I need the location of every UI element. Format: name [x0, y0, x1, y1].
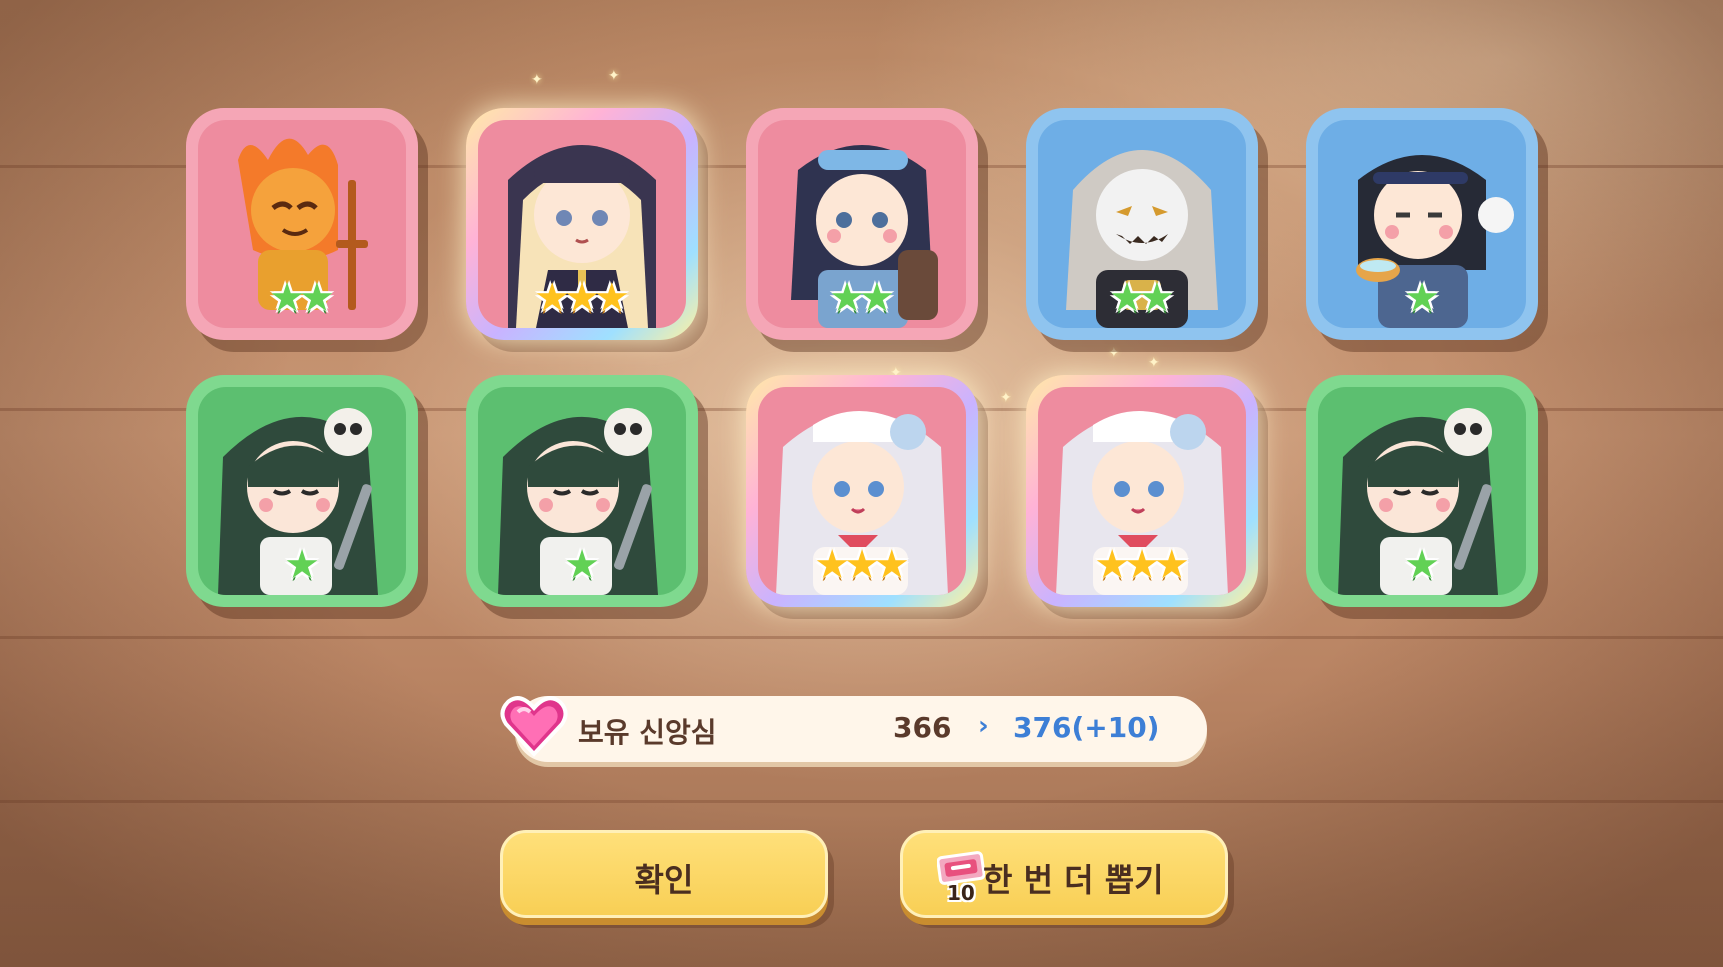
card-portrait-frame: ★★ — [1038, 120, 1246, 328]
card-portrait-frame: ★ — [1318, 387, 1526, 595]
star-icon: ★ — [1139, 275, 1175, 321]
result-card-8[interactable]: ★★★ — [746, 375, 978, 607]
star-icon: ★ — [859, 275, 895, 321]
wood-plank-line — [0, 800, 1723, 803]
result-card-10[interactable]: ★ — [1306, 375, 1538, 607]
rarity-stars: ★★★ — [758, 545, 966, 585]
card-portrait-frame: ★★ — [758, 120, 966, 328]
result-card-1[interactable]: ★★ — [186, 108, 418, 340]
result-card-6[interactable]: ★ — [186, 375, 418, 607]
rarity-stars: ★★★ — [1038, 545, 1246, 585]
sparkle-icon: ✦ — [1148, 355, 1160, 371]
result-card-9[interactable]: ★★★ — [1026, 375, 1258, 607]
card-portrait-frame: ★★ — [198, 120, 406, 328]
faith-current-value: 366 — [893, 711, 952, 744]
rarity-stars: ★ — [478, 545, 686, 585]
star-icon: ★ — [873, 542, 910, 588]
draw-again-button[interactable]: 10 한 번 더 뽑기 — [900, 830, 1228, 918]
result-card-4[interactable]: ★★ — [1026, 108, 1258, 340]
card-portrait-frame: ★★★ — [758, 387, 966, 595]
ticket-count: 10 — [947, 881, 975, 905]
card-portrait-frame: ★ — [478, 387, 686, 595]
sparkle-icon: ✦ — [1108, 345, 1120, 361]
rarity-stars: ★★ — [1038, 278, 1246, 318]
faith-label: 보유 신앙심 — [578, 716, 717, 749]
star-icon: ★ — [593, 275, 630, 321]
card-portrait-frame: ★★★ — [478, 120, 686, 328]
star-icon: ★ — [1404, 275, 1440, 321]
result-card-3[interactable]: ★★ — [746, 108, 978, 340]
draw-again-button-label: 한 번 더 뽑기 — [983, 861, 1164, 899]
star-icon: ★ — [299, 275, 335, 321]
star-icon: ★ — [564, 542, 600, 588]
star-icon: ★ — [1153, 542, 1190, 588]
result-card-2[interactable]: ★★★ — [466, 108, 698, 340]
result-card-7[interactable]: ★ — [466, 375, 698, 607]
star-icon: ★ — [284, 542, 320, 588]
pink-heart-gem-icon — [500, 696, 568, 757]
confirm-button[interactable]: 확인 — [500, 830, 828, 918]
card-portrait-frame: ★ — [198, 387, 406, 595]
rarity-stars: ★★★ — [478, 278, 686, 318]
sparkle-icon: ✦ — [608, 68, 620, 84]
sparkle-icon: ✦ — [531, 72, 543, 88]
card-portrait-frame: ★★★ — [1038, 387, 1246, 595]
card-portrait-frame: ★ — [1318, 120, 1526, 328]
faith-new-value: 376(+10) — [1013, 711, 1160, 744]
rarity-stars: ★ — [198, 545, 406, 585]
rarity-stars: ★★ — [198, 278, 406, 318]
rarity-stars: ★ — [1318, 545, 1526, 585]
gacha-result-screen: ✦ ✦ ✦ ✦ ✦ ✦ ✦ ★★ — [0, 0, 1723, 967]
result-card-5[interactable]: ★ — [1306, 108, 1538, 340]
faith-arrow-icon: › — [978, 711, 989, 741]
rarity-stars: ★★ — [758, 278, 966, 318]
sparkle-icon: ✦ — [1000, 390, 1012, 406]
wood-plank-line — [0, 636, 1723, 639]
rarity-stars: ★ — [1318, 278, 1526, 318]
confirm-button-label: 확인 — [634, 861, 694, 899]
star-icon: ★ — [1404, 542, 1440, 588]
